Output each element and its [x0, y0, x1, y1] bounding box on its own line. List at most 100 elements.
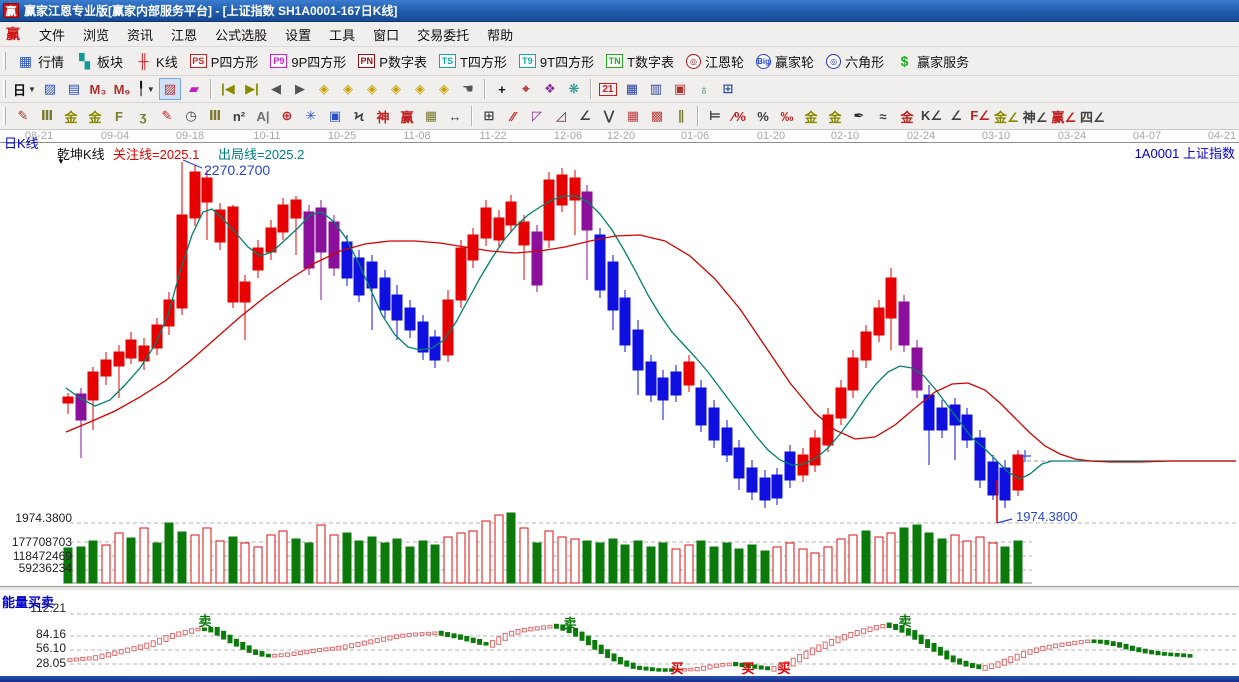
coil-icon[interactable]: ʒ [132, 105, 154, 127]
t-table-button[interactable]: TNT数字表 [600, 50, 680, 73]
circle-cross-icon[interactable]: ⊕ [276, 105, 298, 127]
menu-item-6[interactable]: 工具 [320, 22, 364, 47]
shen-angle-icon[interactable]: 神∠ [1022, 105, 1049, 127]
gold-lines-icon[interactable]: 金 [824, 105, 846, 127]
star-circle-icon[interactable]: ✳ [300, 105, 322, 127]
wave-fit-icon[interactable]: ≈ [872, 105, 894, 127]
save-icon[interactable]: ▣ [669, 78, 691, 100]
angle-lines-icon[interactable]: ∠ [574, 105, 596, 127]
permille-icon[interactable]: ‰ [776, 105, 798, 127]
menu-item-0[interactable]: 文件 [30, 22, 74, 47]
color-histogram-icon[interactable]: ▰ [183, 78, 205, 100]
menu-item-1[interactable]: 浏览 [74, 22, 118, 47]
percent-slash-icon[interactable]: ⁄% [728, 105, 750, 127]
red-pencil-icon[interactable]: ✎ [156, 105, 178, 127]
crosshair-icon[interactable]: + [491, 78, 513, 100]
time-cycle-icon[interactable]: ◷ [180, 105, 202, 127]
angle-icon[interactable]: ∠ [945, 105, 967, 127]
f-lines-icon[interactable]: F [108, 105, 130, 127]
candle-body [532, 232, 542, 285]
info-doc-icon[interactable]: ▤ [63, 78, 85, 100]
grid-123-icon[interactable]: ▦ [420, 105, 442, 127]
pattern-window-icon[interactable]: ▨ [39, 78, 61, 100]
t-square-button[interactable]: TST四方形 [433, 50, 513, 73]
9p-square-button[interactable]: P99P四方形 [264, 50, 352, 73]
notes-icon[interactable]: ▥ [645, 78, 667, 100]
menu-item-8[interactable]: 交易委托 [408, 22, 478, 47]
menu-item-5[interactable]: 设置 [276, 22, 320, 47]
gold-channel-icon[interactable]: 金 [60, 105, 82, 127]
gold-red-icon[interactable]: 金 [896, 105, 918, 127]
candle-style-dropdown[interactable]: ╿▼ [135, 78, 157, 100]
last-bar-icon[interactable]: ▶| [241, 78, 263, 100]
fan-dark-icon[interactable]: ◿ [550, 105, 572, 127]
si-angle-icon[interactable]: 四∠ [1079, 105, 1106, 127]
menu-item-4[interactable]: 公式选股 [206, 22, 276, 47]
red-grid-icon[interactable]: ▦ [622, 105, 644, 127]
f-angle-icon[interactable]: F∠ [969, 105, 991, 127]
p-table-button[interactable]: PNP数字表 [352, 50, 433, 73]
draw-pencil-icon[interactable]: ✎ [12, 105, 34, 127]
sectors-button[interactable]: ▚板块 [70, 50, 129, 73]
k-angle-icon[interactable]: K∠ [920, 105, 943, 127]
chart-canvas[interactable] [0, 130, 1239, 676]
red-grid2-icon[interactable]: ▩ [646, 105, 668, 127]
ying-tool-icon[interactable]: 赢 [396, 105, 418, 127]
grid-lines-icon[interactable]: Ⅲ [36, 105, 58, 127]
ying-angle-icon[interactable]: 赢∠ [1050, 105, 1077, 127]
mark-teal-icon[interactable]: ❋ [563, 78, 585, 100]
menu-item-9[interactable]: 帮助 [478, 22, 522, 47]
box-plus-icon[interactable]: ⊞ [478, 105, 500, 127]
menu-item-2[interactable]: 资讯 [118, 22, 162, 47]
measure-icon[interactable]: ⌖ [515, 78, 537, 100]
parallel-lines-icon[interactable]: ∥ [670, 105, 692, 127]
workstation-icon[interactable]: ⊞ [717, 78, 739, 100]
mirror-a-icon[interactable]: A| [252, 105, 274, 127]
chart-9-icon[interactable]: M₉ [111, 78, 133, 100]
p-square-button[interactable]: PSP四方形 [184, 50, 265, 73]
volume-bar [292, 539, 300, 583]
quotes-button[interactable]: ▦行情 [11, 50, 70, 73]
shen-tool-icon[interactable]: 神 [372, 105, 394, 127]
winner-wheel-button[interactable]: Big赢家轮 [750, 50, 820, 73]
hexagon-button[interactable]: ◎六角形 [820, 50, 890, 73]
chart-3-icon[interactable]: M₃ [87, 78, 109, 100]
gann-wheel-button[interactable]: ◎江恩轮 [680, 50, 750, 73]
pattern-red-icon[interactable]: ▨ [159, 78, 181, 100]
diamond-expand-icon[interactable]: ◈ [361, 78, 383, 100]
ink-pen-icon[interactable]: ✒ [848, 105, 870, 127]
prev-bar-icon[interactable]: ◀ [265, 78, 287, 100]
fan-box-icon[interactable]: ◸ [526, 105, 548, 127]
n-squared-icon[interactable]: n² [228, 105, 250, 127]
square-target-icon[interactable]: ▣ [324, 105, 346, 127]
diamond-down-icon[interactable]: ◈ [433, 78, 455, 100]
k-mark-icon[interactable]: Ϟ [348, 105, 370, 127]
scale-ruler-icon[interactable]: ⊨ [704, 105, 726, 127]
v-lines-icon[interactable]: ⋁ [598, 105, 620, 127]
calendar-21-icon[interactable]: 21 [597, 78, 619, 100]
first-bar-icon[interactable]: |◀ [217, 78, 239, 100]
pane-separator[interactable] [0, 586, 1239, 591]
mark-purple-icon[interactable]: ❖ [539, 78, 561, 100]
gann-fan-icon[interactable]: ∕∕ [502, 105, 524, 127]
9t-square-button[interactable]: T99T四方形 [513, 50, 600, 73]
winner-service-button[interactable]: $赢家服务 [890, 50, 975, 73]
diamond-right-icon[interactable]: ◈ [337, 78, 359, 100]
period-day-dropdown[interactable]: 日▼ [12, 78, 37, 100]
gold-circle-icon[interactable]: 金 [800, 105, 822, 127]
diamond-left-icon[interactable]: ◈ [313, 78, 335, 100]
calculator-icon[interactable]: ▦ [621, 78, 643, 100]
gold-angle-icon[interactable]: 金∠ [993, 105, 1020, 127]
menu-item-7[interactable]: 窗口 [364, 22, 408, 47]
gold-channel2-icon[interactable]: 金 [84, 105, 106, 127]
percent-icon[interactable]: % [752, 105, 774, 127]
width-arrows-icon[interactable]: ↔ [444, 105, 466, 127]
menu-item-3[interactable]: 江恩 [162, 22, 206, 47]
hand-icon[interactable]: ☚ [457, 78, 479, 100]
diamond-up-icon[interactable]: ◈ [409, 78, 431, 100]
next-bar-icon[interactable]: ▶ [289, 78, 311, 100]
network-icon[interactable]: ♁ [693, 78, 715, 100]
kline-button[interactable]: ╫K线 [129, 50, 184, 73]
grid-lines2-icon[interactable]: Ⅲ [204, 105, 226, 127]
diamond-shrink-icon[interactable]: ◈ [385, 78, 407, 100]
